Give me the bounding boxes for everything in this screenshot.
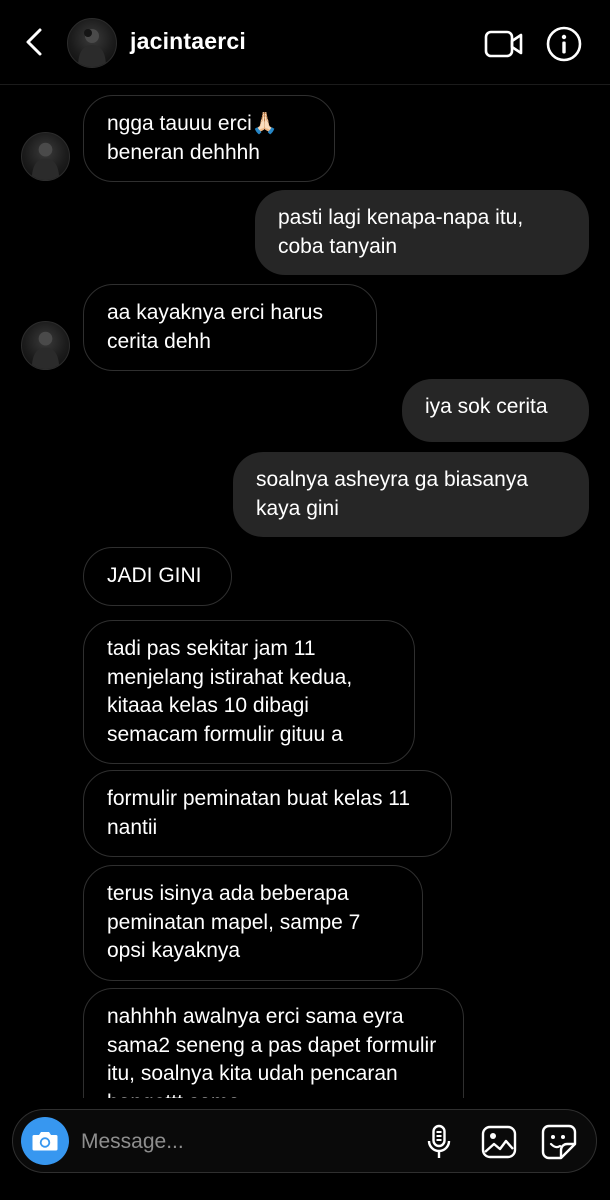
incoming-message[interactable]: formulir peminatan buat kelas 11 nantii	[83, 770, 452, 857]
incoming-message[interactable]: ngga tauuu erci🙏🏻 beneran dehhhh	[83, 95, 335, 182]
video-call-icon	[484, 30, 523, 58]
message-input[interactable]	[79, 1124, 403, 1160]
outgoing-message[interactable]: iya sok cerita	[402, 379, 589, 442]
back-button[interactable]	[18, 22, 50, 62]
info-icon	[546, 26, 582, 62]
sender-avatar[interactable]	[21, 321, 70, 370]
sticker-button[interactable]	[539, 1122, 579, 1162]
profile-avatar[interactable]	[67, 18, 117, 68]
sender-avatar[interactable]	[21, 132, 70, 181]
home-indicator	[205, 1186, 405, 1192]
video-call-button[interactable]	[484, 24, 524, 64]
chat-username[interactable]: jacintaerci	[130, 28, 246, 55]
chat-header: jacintaerci	[0, 0, 610, 85]
incoming-message[interactable]: aa kayaknya erci harus cerita dehh	[83, 284, 377, 371]
outgoing-message[interactable]: soalnya asheyra ga biasanya kaya gini	[233, 452, 589, 537]
gallery-button[interactable]	[479, 1122, 519, 1162]
outgoing-message[interactable]: pasti lagi kenapa-napa itu, coba tanyain	[255, 190, 589, 275]
camera-icon	[32, 1132, 58, 1151]
message-list: ngga tauuu erci🙏🏻 beneran dehhhh pasti l…	[0, 84, 610, 1098]
info-button[interactable]	[544, 24, 584, 64]
back-chevron-icon	[26, 28, 42, 56]
incoming-message[interactable]: nahhhh awalnya erci sama eyra sama2 sene…	[83, 988, 464, 1098]
microphone-icon	[427, 1124, 451, 1158]
camera-button[interactable]	[21, 1117, 69, 1165]
incoming-message[interactable]: JADI GINI	[83, 547, 232, 606]
incoming-message[interactable]: terus isinya ada beberapa peminatan mape…	[83, 865, 423, 981]
message-composer	[12, 1109, 597, 1173]
dm-screen: jacintaerci ngga tauuu erci🙏🏻 beneran de…	[0, 0, 610, 1200]
sticker-icon	[541, 1124, 577, 1160]
incoming-message[interactable]: tadi pas sekitar jam 11 menjelang istira…	[83, 620, 415, 764]
gallery-icon	[481, 1125, 517, 1159]
voice-message-button[interactable]	[419, 1122, 459, 1162]
